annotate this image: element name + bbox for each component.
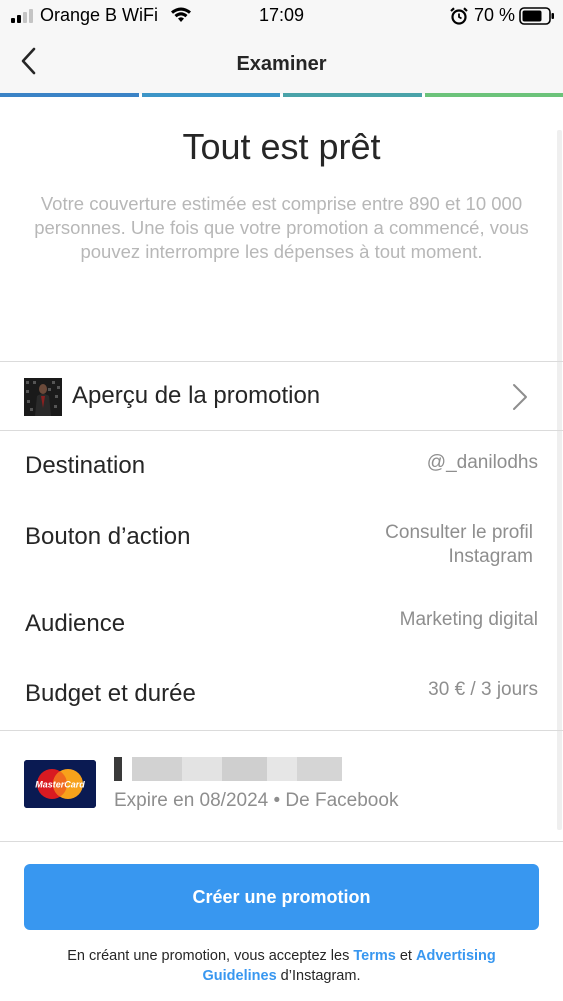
action-button-value-line2: Instagram bbox=[448, 546, 533, 567]
alarm-clock-icon bbox=[450, 7, 468, 25]
battery-icon bbox=[519, 7, 554, 25]
headline: Tout est prêt bbox=[182, 126, 381, 167]
nav-bar: Examiner bbox=[0, 32, 563, 94]
advertising-guidelines-link-part2[interactable]: Guidelines bbox=[203, 968, 277, 984]
scrollbar[interactable] bbox=[557, 130, 562, 830]
divider bbox=[0, 841, 563, 842]
battery-percentage: 70 % bbox=[474, 5, 516, 25]
destination-value: @_danilodhs bbox=[426, 452, 538, 473]
promotion-preview-row[interactable]: Aperçu de la promotion bbox=[0, 362, 563, 430]
progress-step-2 bbox=[141, 93, 280, 97]
budget-duration-value: 30 € / 3 jours bbox=[428, 679, 538, 700]
promotion-thumbnail bbox=[24, 378, 62, 416]
audience-label: Audience bbox=[25, 610, 126, 637]
reach-description: Votre couverture estimée est comprise en… bbox=[34, 193, 529, 262]
divider bbox=[0, 730, 563, 731]
legal-suffix: d’Instagram. bbox=[276, 968, 361, 984]
svg-text:MasterCard: MasterCard bbox=[35, 780, 85, 790]
progress-step-3 bbox=[283, 93, 422, 97]
advertising-guidelines-link-part1[interactable]: Advertising bbox=[416, 948, 496, 964]
card-expiry: Expire en 08/2024 • De Facebook bbox=[114, 790, 399, 811]
status-bar: Orange B WiFi 17:09 70 % bbox=[0, 0, 563, 32]
progress-step-1 bbox=[0, 93, 139, 97]
chevron-right-icon bbox=[513, 384, 527, 410]
page-title: Examiner bbox=[236, 53, 327, 75]
destination-label: Destination bbox=[25, 452, 146, 479]
cardholder-name-redacted bbox=[114, 757, 342, 781]
step-progress-bar bbox=[0, 93, 563, 97]
terms-link[interactable]: Terms bbox=[353, 948, 395, 964]
legal-and: et bbox=[395, 948, 416, 964]
promotion-preview-label: Aperçu de la promotion bbox=[72, 382, 321, 409]
budget-duration-label: Budget et durée bbox=[25, 680, 196, 707]
progress-step-4 bbox=[424, 93, 563, 97]
mastercard-icon: MasterCard bbox=[24, 760, 96, 808]
divider bbox=[0, 430, 563, 431]
action-button-value-line1: Consulter le profil bbox=[385, 522, 533, 543]
legal-notice: En créant une promotion, vous acceptez l… bbox=[20, 946, 543, 986]
legal-prefix: En créant une promotion, vous acceptez l… bbox=[67, 948, 354, 964]
action-button-label: Bouton d’action bbox=[25, 523, 191, 550]
create-promotion-button[interactable]: Créer une promotion bbox=[24, 864, 539, 930]
audience-value: Marketing digital bbox=[399, 609, 538, 630]
